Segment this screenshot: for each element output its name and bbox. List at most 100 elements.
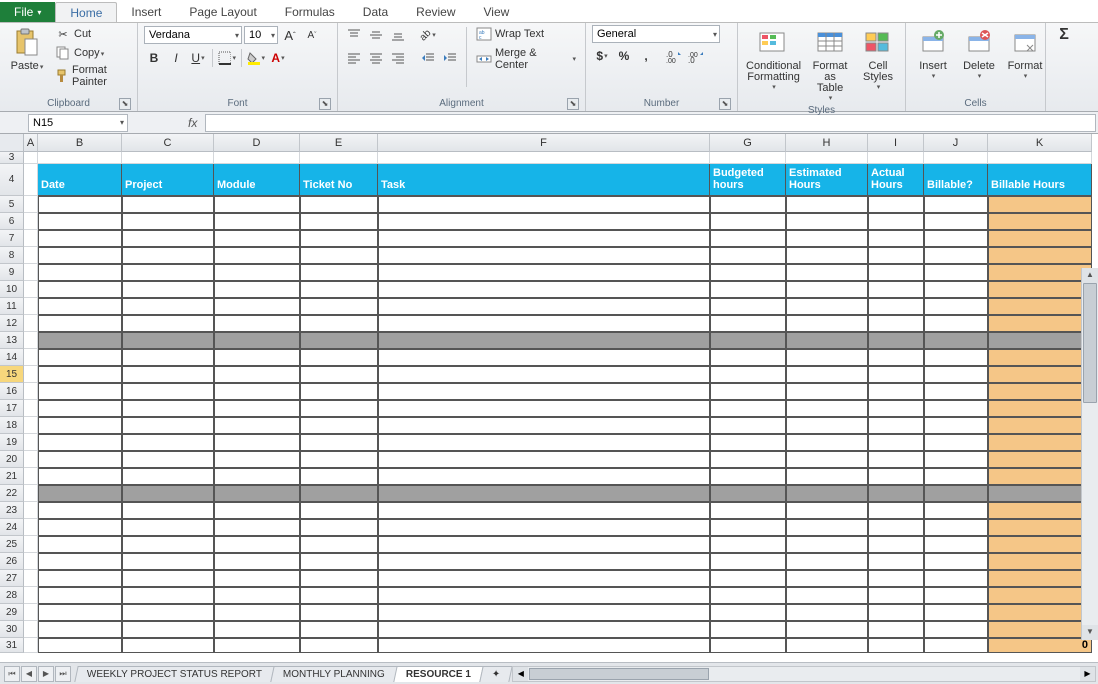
cell-G17[interactable] (710, 400, 786, 417)
decrease-indent-button[interactable] (418, 48, 438, 68)
cell-H24[interactable] (786, 519, 868, 536)
cell-F31[interactable] (378, 638, 710, 653)
cell-F11[interactable] (378, 298, 710, 315)
cell-A13[interactable] (24, 332, 38, 349)
cell-J19[interactable] (924, 434, 988, 451)
cell-B7[interactable] (38, 230, 122, 247)
cell-D24[interactable] (214, 519, 300, 536)
cell-E28[interactable] (300, 587, 378, 604)
cell-H10[interactable] (786, 281, 868, 298)
row-header-24[interactable]: 24 (0, 519, 24, 536)
cell-I13[interactable] (868, 332, 924, 349)
cell-D8[interactable] (214, 247, 300, 264)
font-dialog-launcher[interactable]: ⬊ (319, 98, 331, 110)
cell-C13[interactable] (122, 332, 214, 349)
cell-A27[interactable] (24, 570, 38, 587)
borders-button[interactable] (217, 48, 237, 68)
cell-A9[interactable] (24, 264, 38, 281)
cell-F17[interactable] (378, 400, 710, 417)
cell-C30[interactable] (122, 621, 214, 638)
cell-A30[interactable] (24, 621, 38, 638)
cell-D14[interactable] (214, 349, 300, 366)
delete-cells-button[interactable]: Delete (958, 25, 1000, 82)
cell-H30[interactable] (786, 621, 868, 638)
cell-D5[interactable] (214, 196, 300, 213)
cell-J30[interactable] (924, 621, 988, 638)
cell-J11[interactable] (924, 298, 988, 315)
cell-E31[interactable] (300, 638, 378, 653)
cell-G29[interactable] (710, 604, 786, 621)
cell-B19[interactable] (38, 434, 122, 451)
cell-H28[interactable] (786, 587, 868, 604)
cell-I22[interactable] (868, 485, 924, 502)
cell-G14[interactable] (710, 349, 786, 366)
cell-B4[interactable]: Date (38, 164, 122, 196)
cell-H14[interactable] (786, 349, 868, 366)
row-header-29[interactable]: 29 (0, 604, 24, 621)
cell-B18[interactable] (38, 417, 122, 434)
cell-F13[interactable] (378, 332, 710, 349)
italic-button[interactable]: I (166, 48, 186, 68)
cell-F14[interactable] (378, 349, 710, 366)
cell-D26[interactable] (214, 553, 300, 570)
autosum-button[interactable]: Σ (1052, 25, 1076, 45)
cell-F30[interactable] (378, 621, 710, 638)
cell-H23[interactable] (786, 502, 868, 519)
column-header-K[interactable]: K (988, 134, 1092, 152)
cell-I30[interactable] (868, 621, 924, 638)
cell-E20[interactable] (300, 451, 378, 468)
align-right-button[interactable] (388, 48, 408, 68)
cell-E18[interactable] (300, 417, 378, 434)
cell-B11[interactable] (38, 298, 122, 315)
cell-H15[interactable] (786, 366, 868, 383)
row-header-11[interactable]: 11 (0, 298, 24, 315)
cell-B5[interactable] (38, 196, 122, 213)
cell-F3[interactable] (378, 152, 710, 164)
tab-page-layout[interactable]: Page Layout (175, 2, 270, 22)
row-header-10[interactable]: 10 (0, 281, 24, 298)
cell-A6[interactable] (24, 213, 38, 230)
cell-I16[interactable] (868, 383, 924, 400)
cell-K10[interactable] (988, 281, 1092, 298)
cell-J20[interactable] (924, 451, 988, 468)
cell-I14[interactable] (868, 349, 924, 366)
cell-J22[interactable] (924, 485, 988, 502)
row-header-28[interactable]: 28 (0, 587, 24, 604)
increase-indent-button[interactable] (440, 48, 460, 68)
row-header-8[interactable]: 8 (0, 247, 24, 264)
cell-K5[interactable] (988, 196, 1092, 213)
cell-J9[interactable] (924, 264, 988, 281)
cell-J5[interactable] (924, 196, 988, 213)
cell-C15[interactable] (122, 366, 214, 383)
cell-K18[interactable] (988, 417, 1092, 434)
tab-nav-next[interactable]: ▶ (38, 666, 54, 682)
cell-H11[interactable] (786, 298, 868, 315)
cell-F6[interactable] (378, 213, 710, 230)
cell-B22[interactable] (38, 485, 122, 502)
cell-E24[interactable] (300, 519, 378, 536)
cell-G11[interactable] (710, 298, 786, 315)
cell-A24[interactable] (24, 519, 38, 536)
cell-G28[interactable] (710, 587, 786, 604)
cell-E25[interactable] (300, 536, 378, 553)
cell-J4[interactable]: Billable? (924, 164, 988, 196)
cell-J17[interactable] (924, 400, 988, 417)
cell-I17[interactable] (868, 400, 924, 417)
name-box[interactable]: N15 (28, 114, 128, 132)
align-middle-button[interactable] (366, 25, 386, 45)
cell-J8[interactable] (924, 247, 988, 264)
cell-C9[interactable] (122, 264, 214, 281)
cell-F21[interactable] (378, 468, 710, 485)
cell-C27[interactable] (122, 570, 214, 587)
cell-E6[interactable] (300, 213, 378, 230)
cell-J10[interactable] (924, 281, 988, 298)
cell-F28[interactable] (378, 587, 710, 604)
cell-J31[interactable] (924, 638, 988, 653)
cell-A19[interactable] (24, 434, 38, 451)
cell-B8[interactable] (38, 247, 122, 264)
cell-I9[interactable] (868, 264, 924, 281)
cell-C6[interactable] (122, 213, 214, 230)
cell-B27[interactable] (38, 570, 122, 587)
cell-E22[interactable] (300, 485, 378, 502)
cell-G31[interactable] (710, 638, 786, 653)
